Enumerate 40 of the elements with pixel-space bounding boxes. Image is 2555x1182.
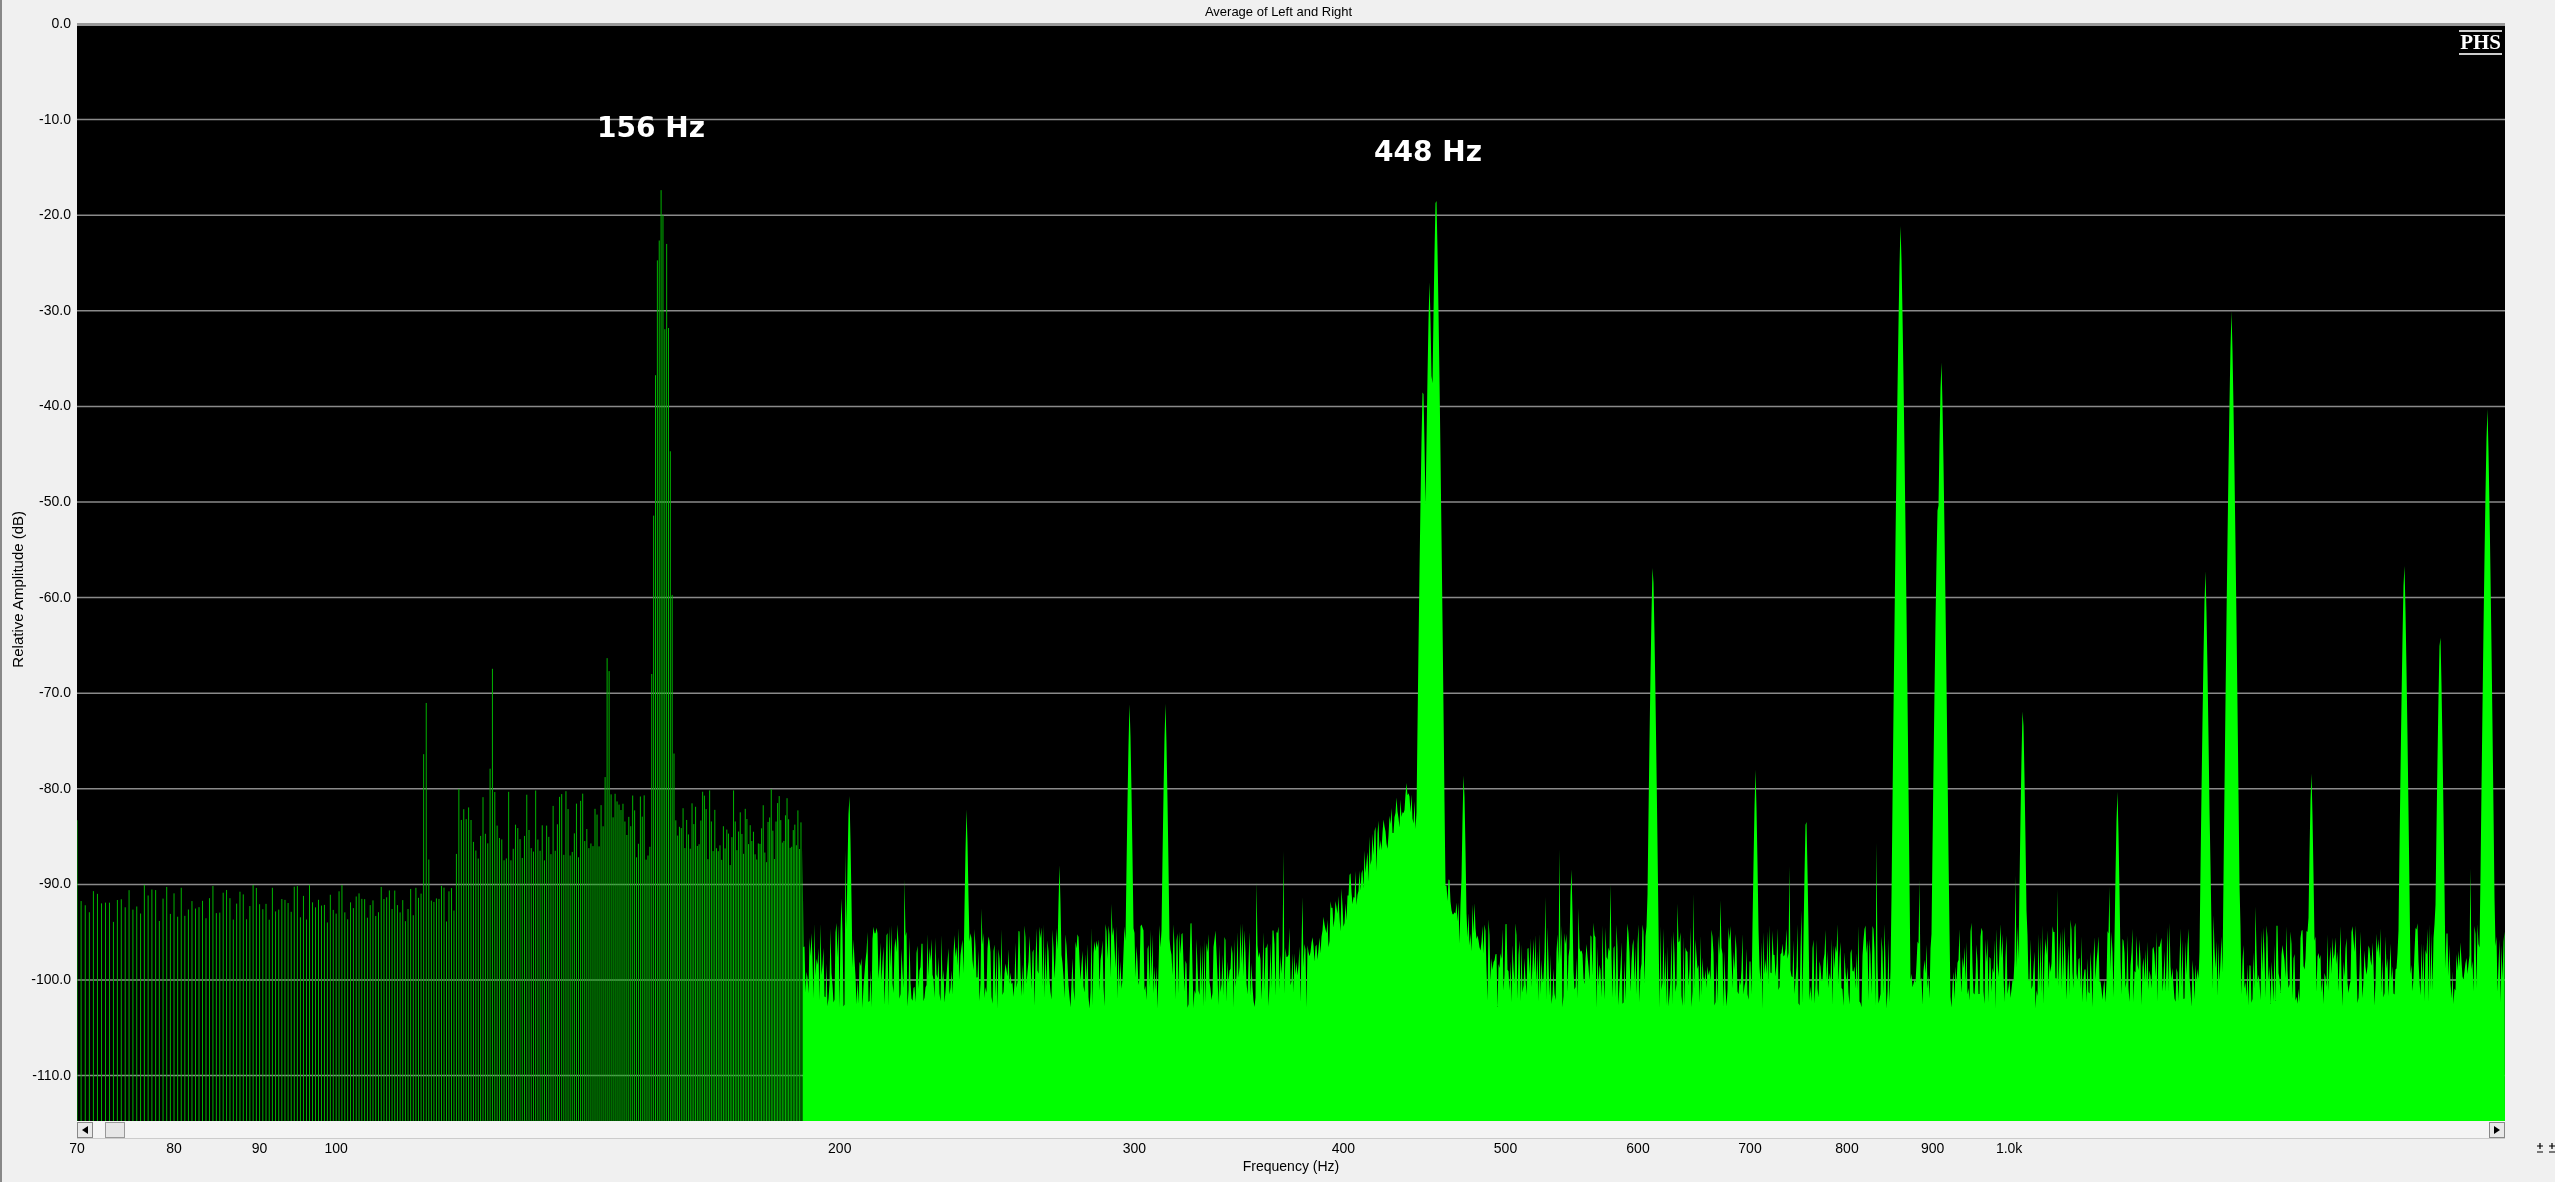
x-tick-label: 500 bbox=[1493, 1141, 1518, 1155]
x-tick-label: 900 bbox=[1920, 1141, 1945, 1155]
x-axis-label: Frequency (Hz) bbox=[1242, 1159, 1340, 1173]
y-axis-label: Relative Amplitude (dB) bbox=[7, 510, 27, 668]
y-tick-label: -70.0 bbox=[39, 685, 71, 700]
peak-frequency-label: 156 Hz bbox=[597, 114, 705, 142]
x-tick-label: 700 bbox=[1738, 1141, 1762, 1155]
left-arrow-icon bbox=[82, 1125, 88, 1134]
y-tick-label: -90.0 bbox=[39, 876, 71, 891]
zoom-out-button[interactable] bbox=[2547, 1142, 2555, 1154]
y-tick-label: -50.0 bbox=[39, 494, 71, 508]
zoom-in-button[interactable] bbox=[2535, 1142, 2545, 1154]
x-tick-label: 400 bbox=[1331, 1141, 1356, 1155]
x-tick-label: 1.0k bbox=[1995, 1141, 2023, 1155]
right-arrow-icon bbox=[2494, 1125, 2500, 1134]
y-tick-label: -100.0 bbox=[31, 972, 71, 986]
chart-title: Average of Left and Right bbox=[1204, 5, 1353, 18]
x-tick-label: 100 bbox=[324, 1141, 348, 1155]
y-tick-label: 0.0 bbox=[51, 16, 71, 30]
x-tick-label: 90 bbox=[251, 1141, 268, 1155]
x-tick-label: 600 bbox=[1626, 1141, 1650, 1155]
phs-logo: PHS bbox=[2459, 30, 2502, 55]
y-tick-label: -60.0 bbox=[39, 589, 71, 604]
y-tick-label: -80.0 bbox=[39, 780, 71, 795]
y-tick-label: -110.0 bbox=[32, 1067, 71, 1082]
y-tick-label: -10.0 bbox=[39, 111, 71, 126]
x-tick-label: 800 bbox=[1835, 1141, 1859, 1155]
x-tick-label: 200 bbox=[828, 1141, 852, 1155]
y-tick-label: -30.0 bbox=[39, 302, 71, 317]
scroll-thumb[interactable] bbox=[105, 1121, 125, 1138]
x-tick-label: 300 bbox=[1122, 1141, 1147, 1155]
peak-frequency-label: 448 Hz bbox=[1374, 138, 1482, 166]
plus-minus-icon bbox=[2536, 1143, 2544, 1153]
x-tick-label: 80 bbox=[166, 1141, 182, 1155]
y-tick-label: -40.0 bbox=[39, 398, 71, 413]
plus-minus-icon bbox=[2548, 1143, 2555, 1153]
x-tick-label: 70 bbox=[69, 1141, 85, 1155]
scroll-right-button[interactable] bbox=[2489, 1121, 2505, 1138]
y-tick-label: -20.0 bbox=[39, 207, 71, 222]
scroll-left-button[interactable] bbox=[77, 1121, 93, 1138]
